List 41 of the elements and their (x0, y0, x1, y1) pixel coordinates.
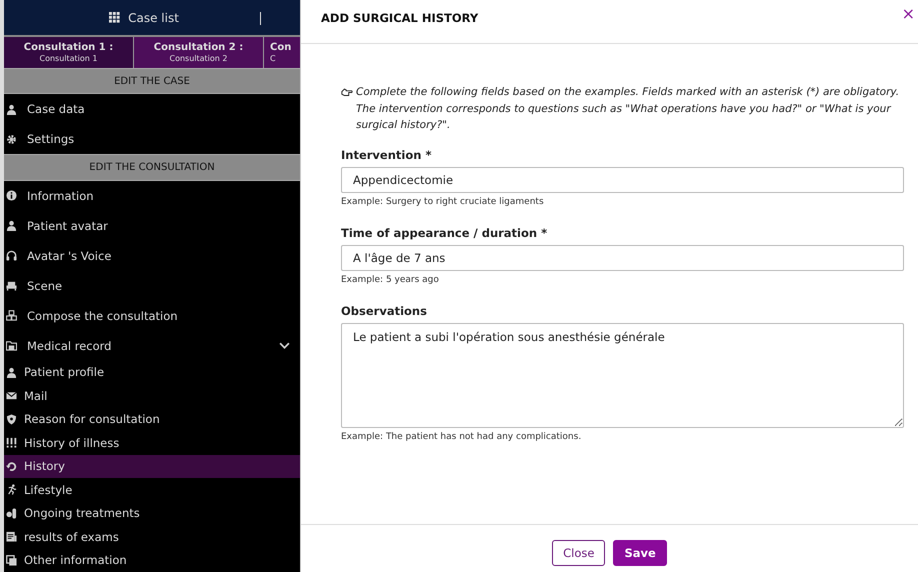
document-icon (6, 531, 17, 542)
section-header: EDIT THE CASE (4, 68, 300, 94)
sofa-icon (6, 280, 17, 291)
case-list-button[interactable]: Case list (105, 6, 183, 29)
running-icon (6, 484, 17, 496)
pills-icon (6, 508, 17, 519)
example-hint: Example: Surgery to right cruciate ligaments (341, 196, 545, 206)
section-header: EDIT THE CONSULTATION (4, 154, 300, 180)
person-icon (6, 104, 17, 115)
copy-icon (6, 554, 17, 566)
consultation-tab[interactable]: Consultation 2 : Consultation 2 (134, 37, 264, 68)
headphones-icon (6, 250, 17, 261)
divider (260, 12, 261, 25)
close-button[interactable]: × (898, 6, 918, 22)
envelope-icon (6, 390, 17, 402)
pointing-hand-icon (341, 88, 353, 97)
input-field[interactable]: A l'âge de 7 ans (341, 244, 904, 270)
sidebar-item[interactable]: History (4, 454, 300, 478)
close-button[interactable]: Close (552, 540, 606, 566)
example-hint: Example: 5 years ago (341, 274, 440, 284)
input-field[interactable]: Appendicectomie (341, 166, 904, 192)
example-hint: Example: The patient has not had any complications. (341, 432, 582, 442)
info-icon (6, 190, 17, 201)
cubes-icon (6, 310, 17, 321)
instructions-text: Complete the following fields based on the examples. Fields marked with an asterisk (*) are obligatory. The intervention corresponds to questions such as "What operations have you had?" or "What is your surgical history?". (356, 85, 900, 133)
shield-icon (6, 414, 17, 425)
settings-icon (6, 134, 17, 145)
field-label: Time of appearance / duration * (341, 226, 548, 240)
consultation-tab[interactable]: Con C (264, 37, 300, 68)
exclamation-icon (6, 437, 17, 448)
field-label: Observations (341, 304, 428, 318)
save-button[interactable]: Save (613, 540, 667, 566)
person-icon (6, 366, 17, 378)
person-icon (6, 220, 17, 231)
dialog-title: ADD SURGICAL HISTORY (321, 11, 478, 25)
folder-icon (6, 340, 17, 351)
field-label: Intervention * (341, 148, 432, 162)
grid-icon (109, 12, 120, 24)
observations-field[interactable]: Le patient a subi l'opération sous anesthésie générale (341, 322, 904, 428)
consultation-tab[interactable]: Consultation 1 : Consultation 1 (4, 37, 134, 68)
history-icon (6, 460, 17, 472)
